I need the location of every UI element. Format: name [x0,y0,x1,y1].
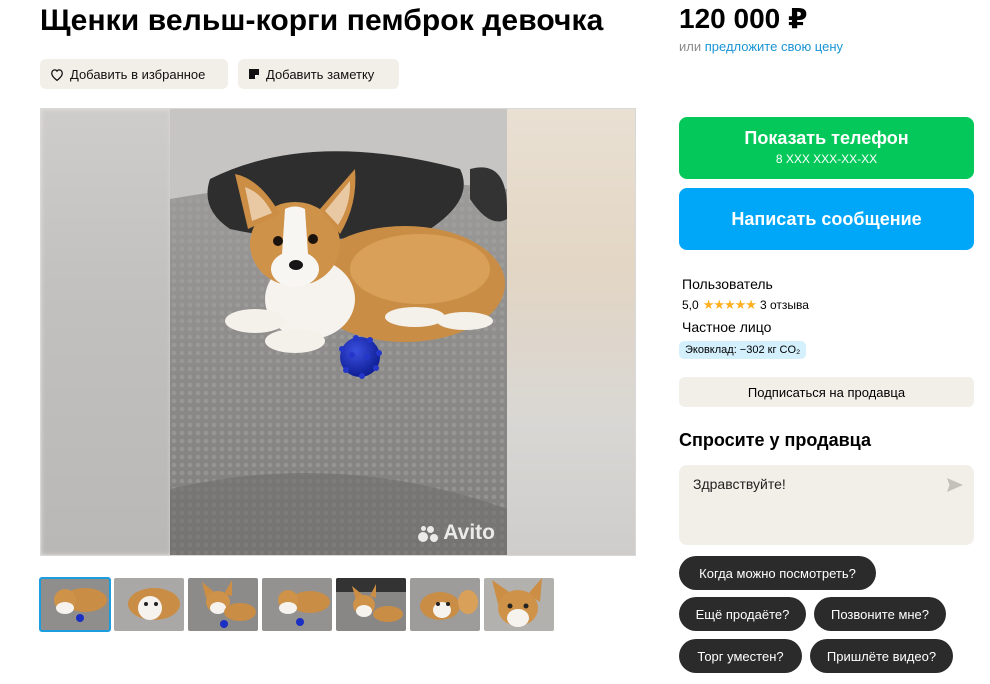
gallery-blur-right [505,109,635,555]
price-offer-line: или предложите свою цену [679,39,843,54]
listing-title: Щенки вельш-корги пемброк девочка [40,4,604,37]
offer-price-link[interactable]: предложите свою цену [705,39,843,54]
quick-question-chip[interactable]: Торг уместен? [679,639,802,673]
thumbnail-strip [39,577,554,632]
seller-type: Частное лицо [682,319,772,335]
note-icon [249,69,259,79]
main-photo[interactable]: Avito [170,109,507,555]
send-icon[interactable] [946,477,964,493]
price: 120 000 ₽ [679,3,808,34]
thumbnail-4[interactable] [262,578,332,631]
thumbnail-6[interactable] [410,578,480,631]
price-offer-prefix: или [679,39,702,54]
add-to-favorites-button[interactable]: Добавить в избранное [40,59,228,89]
quick-question-chip[interactable]: Ещё продаёте? [679,597,806,631]
photo-gallery[interactable]: Avito [40,108,636,556]
thumbnail-3[interactable] [188,578,258,631]
heart-icon [51,68,63,81]
ask-message-text: Здравствуйте! [693,476,786,492]
show-phone-label: Показать телефон [744,128,909,148]
ask-seller-heading: Спросите у продавца [679,430,871,450]
eco-contribution-badge[interactable]: Эковклад: −302 кг CO₂ [679,341,807,359]
masked-phone-number: 8 XXX XXX-XX-XX [775,152,878,166]
watermark-text: Avito [443,521,495,544]
add-note-button[interactable]: Добавить заметку [238,59,399,89]
subscribe-seller-button[interactable]: Подписаться на продавца [679,377,974,407]
add-note-label: Добавить заметку [266,66,375,82]
quick-question-chip[interactable]: Когда можно посмотреть? [679,556,876,590]
rating-value: 5,0 [682,298,699,312]
avito-watermark: Avito [418,521,495,545]
rating-stars-icon: ★★★★★ [702,297,757,312]
thumbnail-7[interactable] [484,578,554,631]
thumbnail-5[interactable] [336,578,406,631]
show-phone-button[interactable]: Показать телефон 8 XXX XXX-XX-XX [679,117,974,179]
thumbnail-2[interactable] [114,578,184,631]
write-message-button[interactable]: Написать сообщение [679,188,974,250]
gallery-blur-left [41,109,171,555]
quick-question-chip[interactable]: Пришлёте видео? [810,639,953,673]
thumbnail-1[interactable] [39,577,111,632]
seller-rating: 5,0 ★★★★★ 3 отзыва [682,297,809,313]
avito-logo-icon [418,524,440,542]
ask-message-field[interactable]: Здравствуйте! [679,465,974,545]
corgi-photo-image [170,109,507,555]
seller-name[interactable]: Пользователь [682,276,809,292]
seller-info: Пользователь 5,0 ★★★★★ 3 отзыва Частное … [679,276,809,359]
quick-question-chip[interactable]: Позвоните мне? [814,597,946,631]
reviews-count[interactable]: 3 отзыва [760,298,809,312]
add-to-favorites-label: Добавить в избранное [70,66,206,82]
